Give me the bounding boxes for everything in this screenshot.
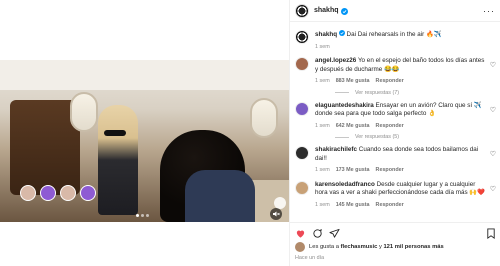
comment-icon[interactable] — [312, 228, 323, 239]
comment-time: 1 sem — [315, 201, 330, 208]
avatar[interactable] — [295, 180, 309, 195]
comment: shakirachilefc Cuando sea donde sea todo… — [295, 146, 496, 175]
mute-icon[interactable] — [270, 208, 282, 220]
cabin-window — [250, 98, 278, 138]
comment-block: shakirachilefc Cuando sea donde sea todo… — [295, 146, 496, 175]
comment-time: 1 sem — [315, 122, 330, 129]
liker-username[interactable]: flechasmusic — [341, 244, 378, 250]
reply-button[interactable]: Responder — [376, 201, 404, 210]
caption-time: 1 sem — [315, 43, 330, 50]
avatar[interactable] — [295, 101, 309, 116]
comment-block: karensoledadfranco Desde cualquier lugar… — [295, 180, 496, 210]
comment-block: angel.lopez26 Yo en el espejo del baño t… — [295, 57, 496, 96]
caption-username[interactable]: shakhq — [315, 31, 337, 38]
comments-list: shakhq Dai Dai rehearsals in the air 🔥✈️… — [290, 24, 500, 229]
tag-avatar[interactable] — [60, 185, 76, 201]
more-options-icon[interactable]: ··· — [483, 6, 495, 16]
reply-button[interactable]: Responder — [376, 122, 404, 131]
view-replies-button[interactable]: Ver respuestas (5) — [335, 134, 496, 140]
reply-button[interactable]: Responder — [376, 77, 404, 86]
post-time: Hace un día — [295, 255, 325, 261]
sunglasses — [104, 130, 126, 136]
comment-likes[interactable]: 145 Me gusta — [336, 201, 370, 210]
caption: shakhq Dai Dai rehearsals in the air 🔥✈️… — [295, 30, 496, 51]
person-left — [98, 105, 138, 215]
comment-heart-icon[interactable]: ♡ — [490, 181, 496, 193]
likes-summary: Les gusta a flechasmusic y 121 mil perso… — [295, 242, 496, 252]
comment-block: elaguantedeshakira Ensayar en un avión? … — [295, 101, 496, 140]
video-player[interactable] — [0, 60, 289, 222]
carousel-dot — [136, 214, 139, 217]
likes-prefix: Les gusta a — [309, 244, 341, 250]
comment-time: 1 sem — [315, 78, 330, 84]
liker-avatar[interactable] — [295, 242, 305, 252]
comment-username[interactable]: elaguantedeshakira — [315, 102, 374, 109]
tagged-accounts — [20, 185, 96, 201]
cabin-window — [70, 92, 98, 132]
caption-text: Dai Dai rehearsals in the air 🔥✈️ — [346, 31, 442, 38]
post-footer: Les gusta a flechasmusic y 121 mil perso… — [290, 222, 500, 266]
tag-avatar[interactable] — [40, 185, 56, 201]
avatar[interactable] — [295, 57, 309, 71]
post-header: shakhq ··· — [290, 0, 500, 22]
post-media — [0, 0, 289, 266]
comment-time: 1 sem — [315, 167, 330, 173]
comment: angel.lopez26 Yo en el espejo del baño t… — [295, 57, 496, 86]
comment-username[interactable]: shakirachilefc — [315, 146, 357, 153]
heart-icon[interactable] — [295, 228, 306, 239]
carousel-dot — [141, 214, 144, 217]
bookmark-icon[interactable] — [486, 227, 496, 239]
avatar[interactable] — [295, 3, 309, 18]
comment: elaguantedeshakira Ensayar en un avión? … — [295, 101, 496, 131]
likes-count[interactable]: 121 mil personas más — [383, 244, 443, 250]
comment-username[interactable]: angel.lopez26 — [315, 57, 356, 64]
tag-avatar[interactable] — [20, 185, 36, 201]
cabin-ceiling — [0, 60, 289, 90]
comment-username[interactable]: karensoledadfranco — [315, 181, 375, 188]
verified-icon — [340, 2, 348, 20]
post-side-panel: shakhq ··· shakhq Dai Dai rehearsals in … — [289, 0, 500, 266]
action-bar — [295, 227, 496, 239]
comment: karensoledadfranco Desde cualquier lugar… — [295, 180, 496, 210]
verified-icon — [338, 30, 345, 36]
carousel-dots — [136, 214, 149, 217]
tag-avatar[interactable] — [80, 185, 96, 201]
share-icon[interactable] — [329, 228, 340, 239]
comment-heart-icon[interactable]: ♡ — [490, 146, 496, 158]
header-username[interactable]: shakhq — [314, 7, 339, 14]
view-replies-button[interactable]: Ver respuestas (7) — [335, 90, 496, 96]
person-right-shirt — [185, 170, 255, 222]
comment-items: angel.lopez26 Yo en el espejo del baño t… — [295, 57, 496, 209]
comment-likes[interactable]: 642 Me gusta — [336, 122, 370, 131]
comment-likes[interactable]: 173 Me gusta — [336, 166, 370, 175]
comment-likes[interactable]: 883 Me gusta — [336, 77, 370, 86]
comment-heart-icon[interactable]: ♡ — [490, 57, 496, 69]
carousel-dot — [146, 214, 149, 217]
comment-heart-icon[interactable]: ♡ — [490, 102, 496, 114]
avatar[interactable] — [295, 30, 309, 44]
avatar[interactable] — [295, 146, 309, 160]
reply-button[interactable]: Responder — [376, 166, 404, 175]
